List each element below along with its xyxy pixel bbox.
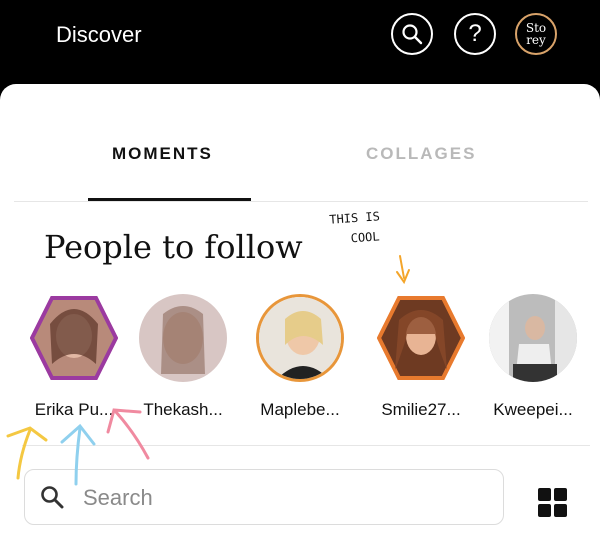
hand-drawn-arrows bbox=[6, 255, 410, 486]
